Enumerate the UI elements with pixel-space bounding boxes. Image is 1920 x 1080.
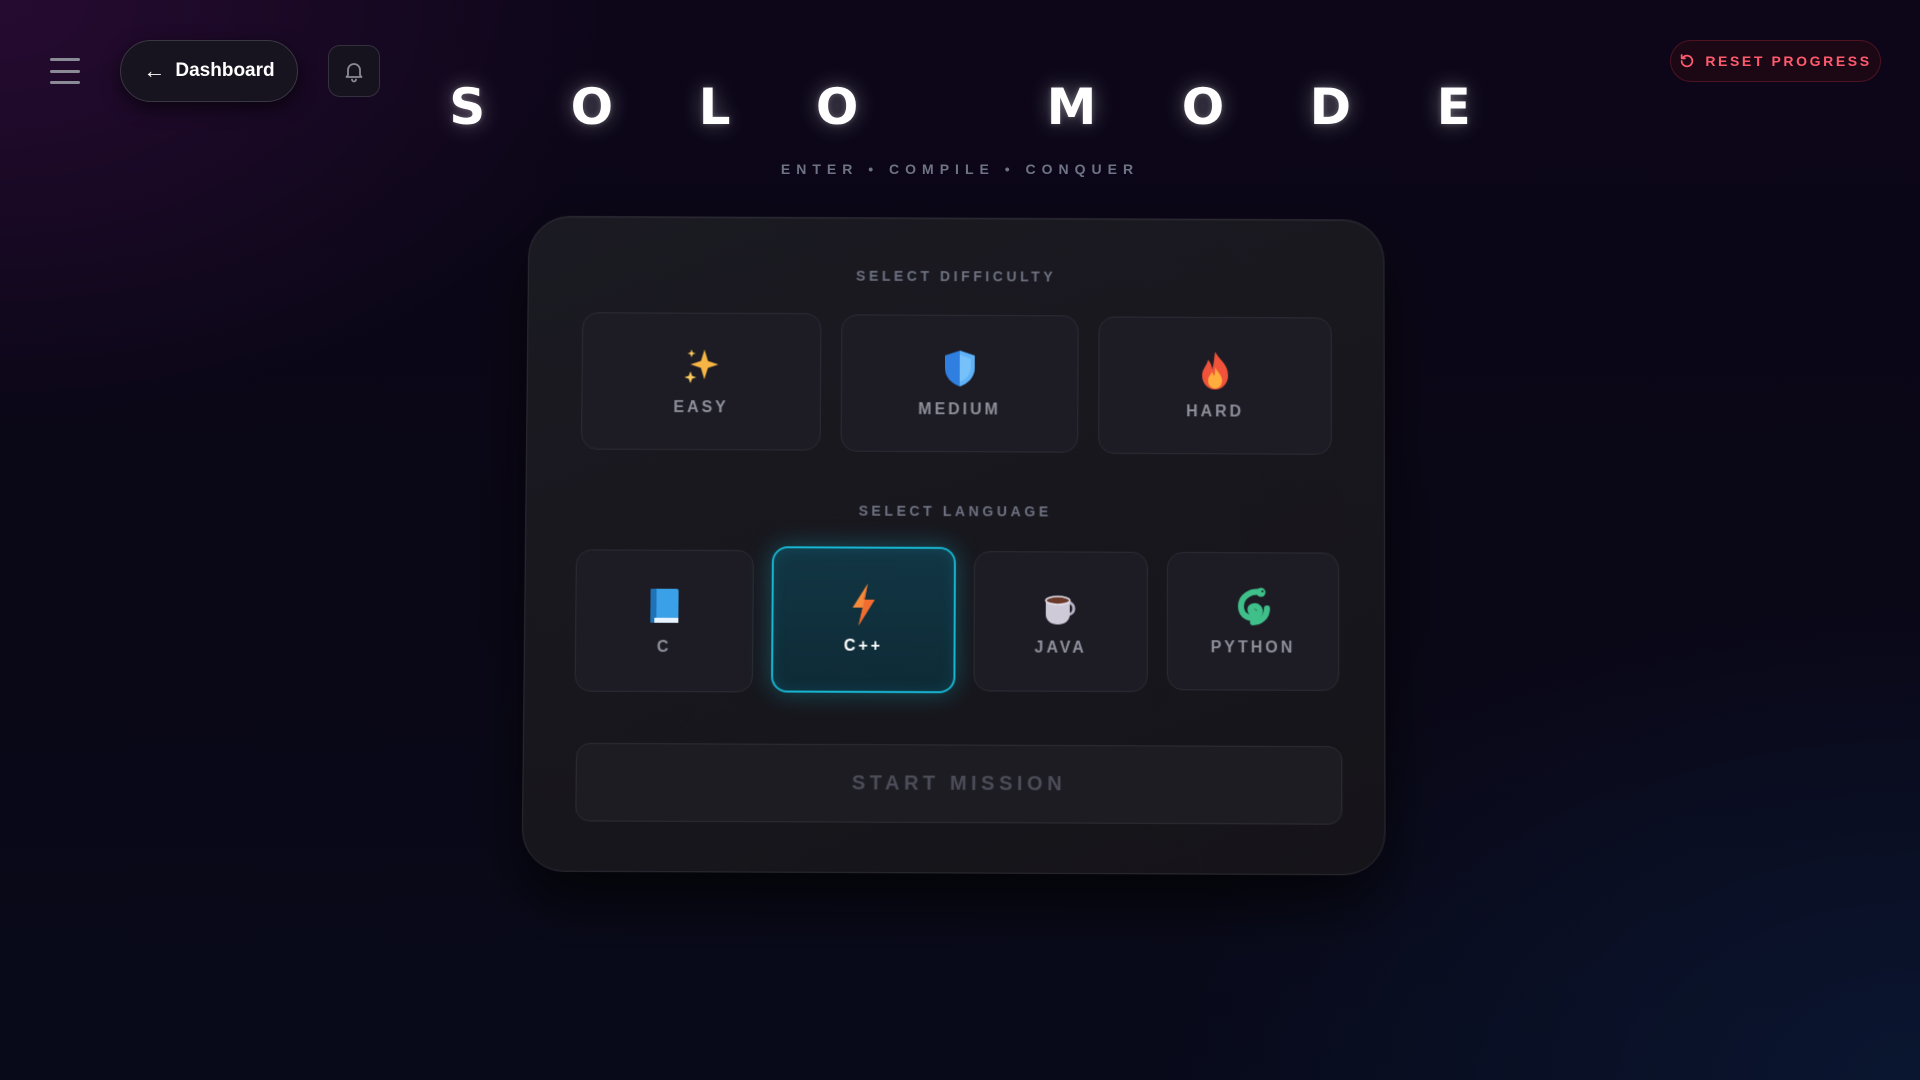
- reset-progress-button[interactable]: RESET PROGRESS: [1670, 40, 1881, 82]
- difficulty-label: HARD: [1186, 403, 1245, 421]
- language-option-python[interactable]: PYTHON: [1166, 551, 1340, 691]
- menu-line: [50, 58, 80, 61]
- language-label: JAVA: [1034, 639, 1087, 657]
- book-icon: [643, 585, 685, 627]
- start-mission-button[interactable]: START MISSION: [575, 742, 1343, 825]
- language-option-java[interactable]: JAVA: [973, 551, 1148, 693]
- mission-setup-card: SELECT DIFFICULTY EASY MEDIUM HARD SELEC…: [521, 215, 1386, 876]
- sparkles-icon: [680, 345, 722, 387]
- reset-button-label: RESET PROGRESS: [1705, 53, 1872, 69]
- language-label: C: [656, 638, 672, 656]
- difficulty-label: EASY: [673, 399, 729, 417]
- shield-icon: [939, 348, 981, 390]
- difficulty-section-label: SELECT DIFFICULTY: [856, 267, 1057, 285]
- snake-icon: [1232, 585, 1274, 627]
- language-option-cpp[interactable]: C++: [770, 546, 956, 694]
- difficulty-option-hard[interactable]: HARD: [1098, 316, 1332, 455]
- language-label: C++: [843, 637, 884, 655]
- difficulty-label: MEDIUM: [918, 401, 1001, 419]
- language-option-c[interactable]: C: [574, 549, 754, 693]
- menu-line: [50, 69, 80, 73]
- coffee-icon: [1040, 585, 1082, 627]
- difficulty-option-medium[interactable]: MEDIUM: [840, 314, 1079, 453]
- language-section-label: SELECT LANGUAGE: [858, 502, 1052, 520]
- fire-icon: [1194, 350, 1236, 392]
- page-subtitle: ENTER • COMPILE • CONQUER: [780, 161, 1140, 177]
- lightning-icon: [843, 583, 885, 626]
- page-title: S O L O M O D E: [449, 78, 1505, 136]
- difficulty-option-easy[interactable]: EASY: [580, 312, 822, 451]
- reset-icon: [1681, 54, 1694, 68]
- language-label: PYTHON: [1210, 639, 1296, 657]
